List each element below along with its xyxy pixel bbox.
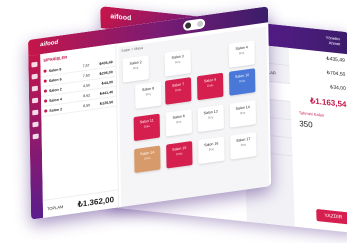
table-tile[interactable]: Salon 9 Dolu	[197, 72, 224, 101]
toggle-light-icon	[197, 20, 204, 28]
table-tile[interactable]: Salon 11 Dolu	[133, 113, 161, 142]
user-name: Ahmet	[328, 40, 341, 47]
main-window: aifood SİPARİŞLER Salon 8 7,57 ₺435,49 S…	[28, 6, 272, 220]
table-tile[interactable]: Salon 15 Dolu	[166, 141, 193, 169]
table-tile[interactable]: Salon 16 Boş	[198, 136, 225, 165]
settings-icon[interactable]	[32, 121, 39, 128]
status-dot-icon	[44, 109, 48, 113]
orders-icon[interactable]	[31, 73, 38, 80]
table-tile[interactable]: Salon 14 Dolu	[134, 145, 161, 174]
view-toggle[interactable]	[183, 18, 206, 32]
table-tile[interactable]: Salon 10 Dolu	[229, 68, 256, 96]
main-logo: aifood	[40, 39, 59, 49]
table-tile[interactable]: Salon 2 Boş	[122, 55, 149, 83]
status-dot-icon	[43, 89, 47, 93]
logout-icon[interactable]	[32, 133, 39, 140]
summary-panel: ₺435,49 ₺704,50 ₺34,00 ₺1.163,54 Tahmini…	[291, 48, 347, 233]
total-label: TOPLAM	[46, 204, 64, 212]
back-logo: aifood	[110, 13, 132, 23]
status-dot-icon	[43, 79, 47, 83]
orders-panel: SİPARİŞLER Salon 8 7,57 ₺435,49 Salon 6 …	[40, 43, 120, 218]
orders-total: TOPLAM ₺1.362,00	[42, 189, 119, 218]
print-button[interactable]: YAZDIR	[316, 208, 347, 225]
table-tile[interactable]: Salon 13 Boş	[197, 104, 224, 133]
table-tile[interactable]: Salon 7 Dolu	[165, 77, 192, 105]
home-icon[interactable]	[31, 61, 38, 68]
table-tile[interactable]: Salon 14 Boş	[229, 100, 256, 128]
status-dot-icon	[44, 99, 48, 103]
status-dot-icon	[43, 69, 47, 73]
menu-icon[interactable]	[32, 97, 39, 104]
reports-icon[interactable]	[32, 109, 39, 116]
toggle-dark-icon	[185, 22, 192, 29]
table-grid: Salon > Masa Salon 2 Boş Salon 3 Boş Salon…	[118, 26, 270, 207]
table-tile[interactable]: Salon 6 Boş	[165, 109, 192, 137]
total-value: ₺1.362,00	[77, 194, 115, 210]
table-tile[interactable]: Salon 8 Boş	[135, 81, 162, 109]
user-info[interactable]: Yöneticı Ahmet	[326, 35, 341, 47]
table-tile[interactable]: Salon 3 Boş	[164, 49, 191, 77]
table-tile[interactable]: Salon 17 Boş	[230, 132, 257, 160]
table-tile[interactable]: Salon 4 Boş	[228, 40, 255, 68]
tables-icon[interactable]	[31, 85, 38, 92]
